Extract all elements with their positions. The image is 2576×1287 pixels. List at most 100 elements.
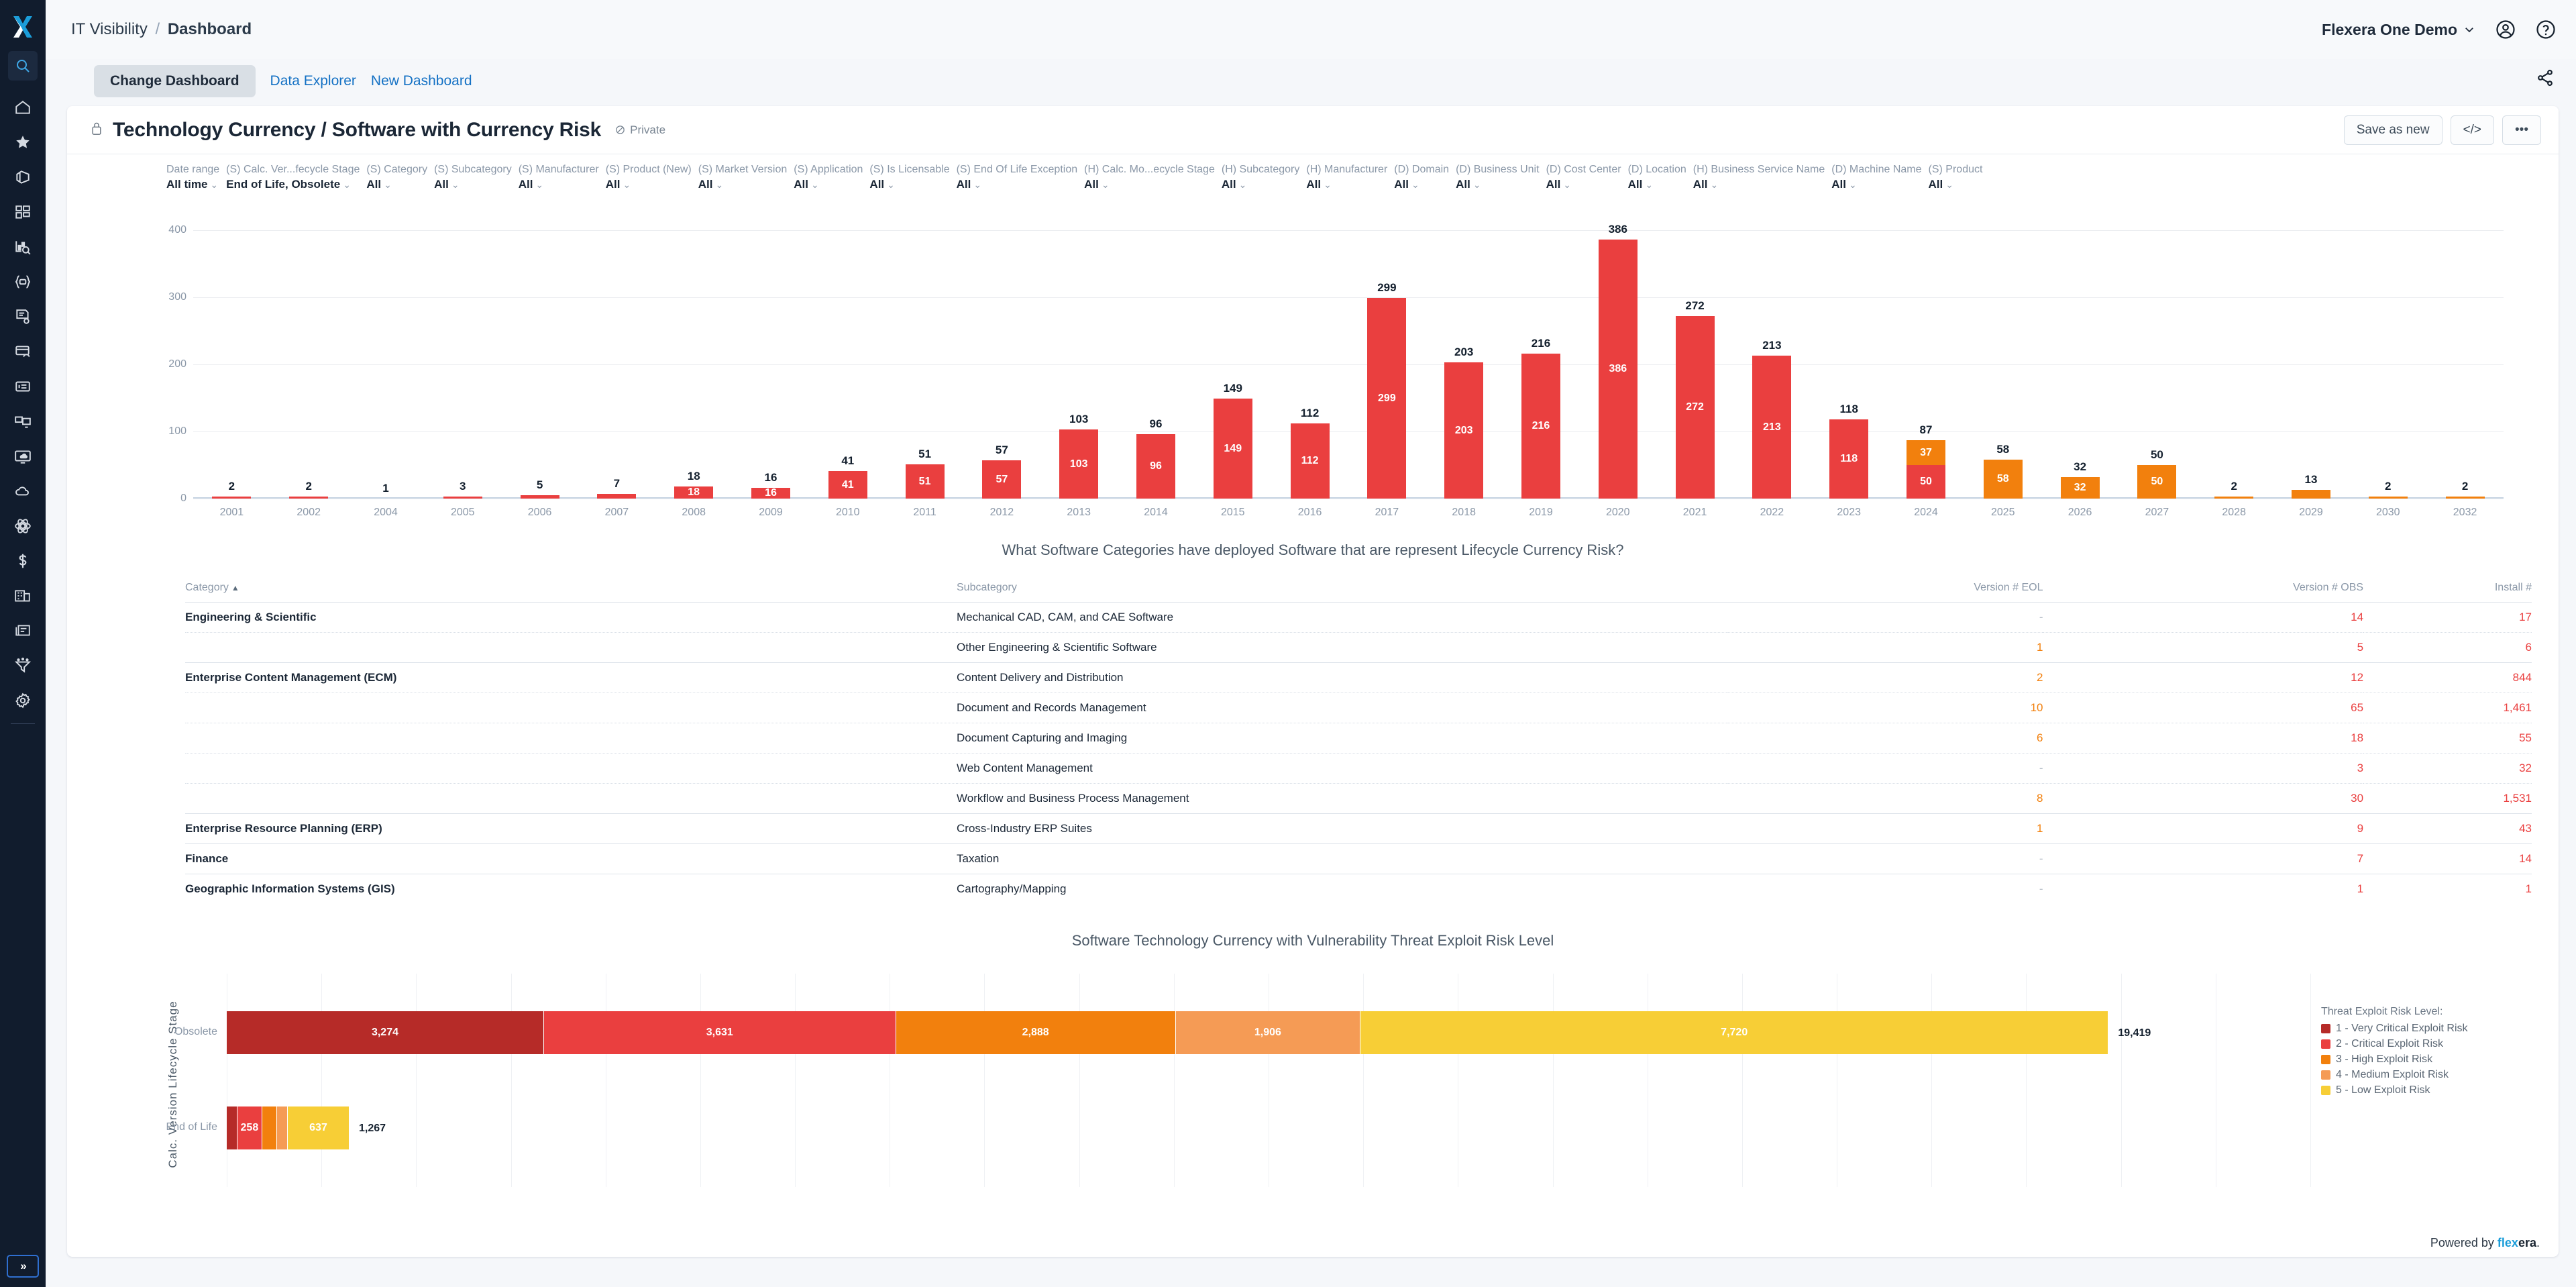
legend-item-2[interactable]: 2 - Critical Exploit Risk	[2321, 1038, 2522, 1050]
sidebar-item-cloud[interactable]	[8, 474, 38, 509]
table-row[interactable]: Web Content Management -3 32	[185, 753, 2532, 784]
bar-segment-red[interactable]: 16	[751, 487, 790, 499]
bar-segment-orange[interactable]	[2291, 490, 2330, 499]
filter-value[interactable]: All ⌄	[1929, 178, 1983, 191]
account-circle-icon[interactable]	[2496, 19, 2516, 40]
bar-segment-red[interactable]: 299	[1367, 298, 1407, 499]
table-row[interactable]: Finance Taxation -7 14	[185, 843, 2532, 874]
bar-segment-orange[interactable]: 37	[1906, 440, 1945, 465]
bar-segment-red[interactable]	[520, 495, 559, 499]
bar-segment-red[interactable]: 272	[1675, 316, 1715, 499]
bar-group[interactable]: 13 2029	[2273, 473, 2350, 518]
filter-15[interactable]: (D) Cost Center All ⌄	[1546, 164, 1621, 191]
bar-segment-red[interactable]	[443, 497, 482, 499]
bar-segment-red[interactable]: 118	[1829, 419, 1869, 499]
more-options-button[interactable]: •••	[2502, 115, 2541, 145]
data-explorer-link[interactable]: Data Explorer	[270, 73, 356, 89]
stacked-bar-segment[interactable]	[262, 1106, 278, 1149]
table-row[interactable]: Document and Records Management 10 65 1,461	[185, 692, 2532, 723]
filter-value[interactable]: All ⌄	[869, 178, 949, 191]
stacked-bar-segment[interactable]: 2,888	[896, 1011, 1176, 1054]
bar-group[interactable]: 16 16 2009	[733, 471, 810, 518]
sidebar-item-automation[interactable]	[8, 264, 38, 299]
bar-segment-orange[interactable]	[2214, 497, 2254, 499]
change-dashboard-button[interactable]: Change Dashboard	[94, 65, 256, 97]
filter-9[interactable]: (S) End Of Life Exception All ⌄	[957, 164, 1078, 191]
bar-group[interactable]: 87 37 50 2024	[1888, 423, 1965, 518]
bar-segment-red[interactable]: 18	[674, 486, 714, 499]
sidebar-item-technopedia[interactable]	[8, 509, 38, 544]
bar-group[interactable]: 386 386 2020	[1579, 223, 1656, 518]
filter-1[interactable]: (S) Calc. Ver...fecycle Stage End of Life…	[226, 164, 360, 191]
bar-group[interactable]: 50 50 2027	[2118, 448, 2196, 518]
filter-19[interactable]: (S) Product All ⌄	[1929, 164, 1983, 191]
bar-group[interactable]: 5 2006	[501, 478, 578, 518]
table-row[interactable]: Document Capturing and Imaging 6 18 55	[185, 723, 2532, 754]
column-category[interactable]: Category ▲	[185, 582, 957, 603]
filter-7[interactable]: (S) Application All ⌄	[794, 164, 863, 191]
stacked-bar-segment[interactable]: 1,906	[1175, 1011, 1361, 1054]
bar-group[interactable]: 112 112 2016	[1271, 407, 1348, 518]
sidebar-item-settings[interactable]	[8, 683, 38, 718]
bar-group[interactable]: 2 2028	[2196, 480, 2273, 518]
stacked-bar-segment[interactable]: 637	[287, 1106, 350, 1149]
help-circle-icon[interactable]	[2536, 19, 2556, 40]
sidebar-item-cloud-devices[interactable]	[8, 439, 38, 474]
bar-group[interactable]: 149 149 2015	[1194, 382, 1271, 518]
filter-2[interactable]: (S) Category All ⌄	[366, 164, 427, 191]
filter-value[interactable]: All ⌄	[1084, 178, 1215, 191]
bar-segment-red[interactable]: 213	[1752, 356, 1792, 499]
search-icon[interactable]	[8, 51, 38, 81]
bar-group[interactable]: 41 41 2010	[809, 454, 886, 518]
table-row[interactable]: Workflow and Business Process Management…	[185, 783, 2532, 814]
filter-value[interactable]: All ⌄	[1628, 178, 1686, 191]
bar-segment-orange[interactable]: 58	[1983, 460, 2023, 499]
filter-value[interactable]: All ⌄	[366, 178, 427, 191]
filter-value[interactable]: All ⌄	[1306, 178, 1387, 191]
bar-group[interactable]: 213 213 2022	[1733, 339, 1811, 518]
filter-value[interactable]: All ⌄	[606, 178, 692, 191]
bar-segment-orange[interactable]: 50	[2137, 465, 2177, 499]
filter-13[interactable]: (D) Domain All ⌄	[1394, 164, 1449, 191]
share-icon[interactable]	[2536, 68, 2555, 91]
filter-0[interactable]: Date range All time ⌄	[166, 164, 219, 191]
bar-group[interactable]: 57 57 2012	[963, 444, 1040, 518]
sidebar-item-devices[interactable]	[8, 404, 38, 439]
filter-11[interactable]: (H) Subcategory All ⌄	[1222, 164, 1300, 191]
new-dashboard-link[interactable]: New Dashboard	[371, 73, 472, 89]
sidebar-item-cost[interactable]	[8, 544, 38, 578]
filter-value[interactable]: End of Life, Obsolete ⌄	[226, 178, 360, 191]
stacked-bar-segment[interactable]	[277, 1106, 288, 1149]
filter-17[interactable]: (H) Business Service Name All ⌄	[1693, 164, 1825, 191]
table-row[interactable]: Geographic Information Systems (GIS) Cart…	[185, 874, 2532, 904]
bar-group[interactable]: 96 96 2014	[1118, 417, 1195, 518]
bar-group[interactable]: 2 2032	[2426, 480, 2504, 518]
bar-segment-red[interactable]: 112	[1290, 423, 1330, 499]
column-subcategory[interactable]: Subcategory	[957, 582, 1728, 603]
sidebar-item-web-assets[interactable]	[8, 334, 38, 369]
table-row[interactable]: Enterprise Content Management (ECM) Conte…	[185, 662, 2532, 693]
filter-value[interactable]: All ⌄	[794, 178, 863, 191]
bar-segment-orange[interactable]	[2368, 497, 2408, 499]
bar-group[interactable]: 203 203 2018	[1426, 346, 1503, 518]
filter-3[interactable]: (S) Subcategory All ⌄	[434, 164, 512, 191]
filter-value[interactable]: All ⌄	[519, 178, 599, 191]
legend-item-4[interactable]: 4 - Medium Exploit Risk	[2321, 1069, 2522, 1081]
legend-item-1[interactable]: 1 - Very Critical Exploit Risk	[2321, 1023, 2522, 1035]
filter-8[interactable]: (S) Is Licensable All ⌄	[869, 164, 949, 191]
bar-group[interactable]: 2 2001	[193, 480, 270, 518]
bar-group[interactable]: 51 51 2011	[886, 448, 963, 518]
filter-14[interactable]: (D) Business Unit All ⌄	[1456, 164, 1539, 191]
flexera-x-logo-icon[interactable]	[8, 9, 38, 44]
filter-10[interactable]: (H) Calc. Mo...ecycle Stage All ⌄	[1084, 164, 1215, 191]
bar-group[interactable]: 2 2002	[270, 480, 347, 518]
table-row[interactable]: Enterprise Resource Planning (ERP) Cross-…	[185, 813, 2532, 844]
column-version-eol[interactable]: Version # EOL	[1728, 582, 2043, 603]
tenant-selector[interactable]: Flexera One Demo	[2322, 21, 2475, 39]
filter-value[interactable]: All ⌄	[1394, 178, 1449, 191]
bar-group[interactable]: 2 2030	[2349, 480, 2426, 518]
sidebar-item-organization[interactable]	[8, 578, 38, 613]
filter-value[interactable]: All ⌄	[1831, 178, 1921, 191]
table-row[interactable]: Engineering & Scientific Mechanical CAD, …	[185, 602, 2532, 633]
bar-segment-red[interactable]: 51	[905, 464, 945, 499]
